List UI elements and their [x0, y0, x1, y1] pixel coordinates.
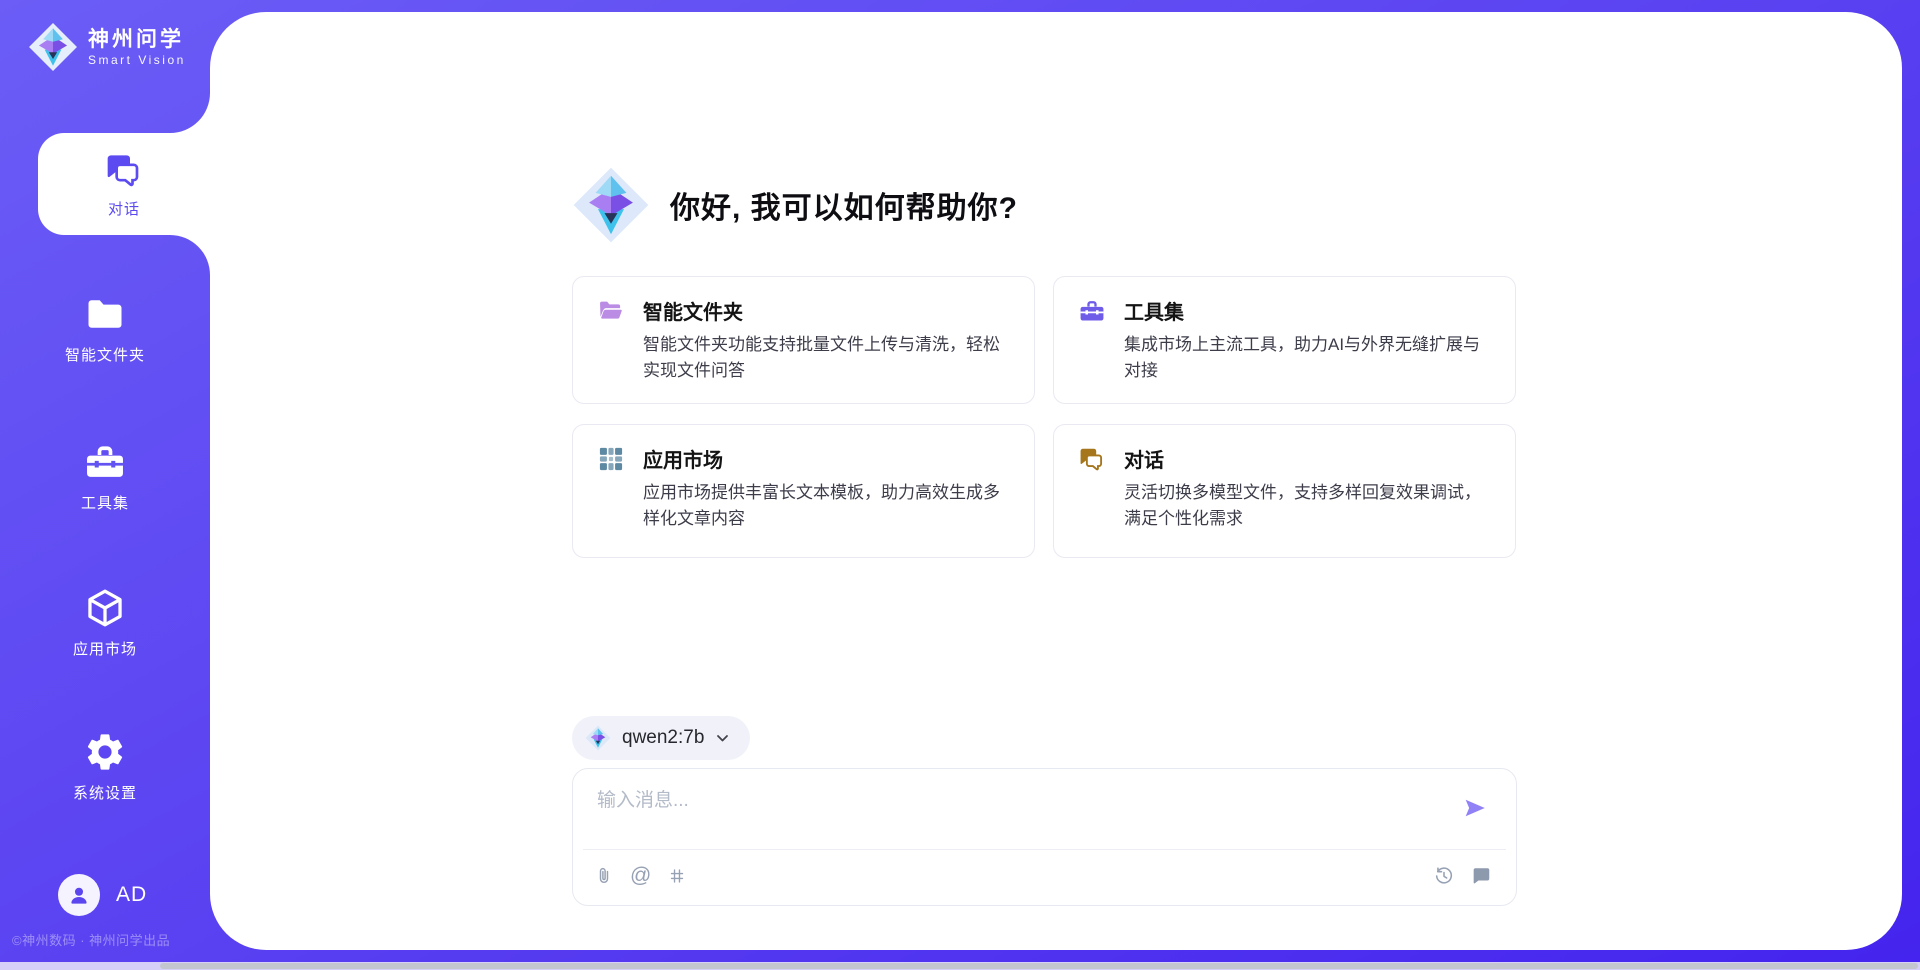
card-title: 对话 [1124, 444, 1164, 473]
card-title: 工具集 [1124, 296, 1184, 325]
card-chat[interactable]: 对话 灵活切换多模型文件，支持多样回复效果调试，满足个性化需求 [1053, 424, 1516, 558]
greeting-title: 你好, 我可以如何帮助你? [670, 183, 1018, 227]
mention-button[interactable]: @ [630, 865, 651, 887]
card-toolset[interactable]: 工具集 集成市场上主流工具，助力AI与外界无缝扩展与对接 [1053, 276, 1516, 404]
tab-curve-top [170, 93, 210, 133]
chat-bubbles-icon [104, 150, 144, 190]
sidebar-item-settings[interactable]: 系统设置 [0, 730, 210, 808]
toolbox-icon [83, 440, 127, 484]
selected-model-label: qwen2:7b [622, 727, 704, 749]
app-grid-icon [597, 445, 625, 473]
sidebar-item-chat[interactable]: 对话 [38, 133, 210, 235]
user-initials: AD [116, 883, 147, 907]
model-diamond-icon [585, 725, 611, 751]
feature-cards: 智能文件夹 智能文件夹功能支持批量文件上传与清洗，轻松实现文件问答 工具集 集成… [572, 276, 1516, 558]
attach-file-button[interactable] [593, 865, 615, 887]
gear-icon [83, 730, 127, 774]
history-button[interactable] [1433, 865, 1455, 887]
brand-subtitle: Smart Vision [88, 53, 186, 67]
brand-name: 神州问学 [88, 27, 186, 53]
hash-icon [666, 865, 688, 887]
avatar [58, 874, 100, 916]
conversation-button[interactable] [1470, 865, 1492, 887]
at-sign-icon: @ [630, 865, 651, 887]
composer-toolbar: @ [593, 859, 1492, 893]
model-selector[interactable]: qwen2:7b [572, 716, 750, 760]
sidebar-item-label: 应用市场 [73, 638, 137, 659]
chat-bubble-filled-icon [1470, 865, 1492, 887]
card-title: 应用市场 [643, 444, 723, 473]
paperclip-icon [593, 865, 615, 887]
message-composer: @ [572, 768, 1517, 906]
card-description: 智能文件夹功能支持批量文件上传与清洗，轻松实现文件问答 [597, 332, 1010, 384]
sidebar-item-smart-folders[interactable]: 智能文件夹 [0, 292, 210, 370]
card-app-market[interactable]: 应用市场 应用市场提供丰富长文本模板，助力高效生成多样化文章内容 [572, 424, 1035, 558]
sidebar-item-app-market[interactable]: 应用市场 [0, 586, 210, 664]
composer-divider [583, 849, 1506, 850]
card-title: 智能文件夹 [643, 296, 743, 325]
message-input[interactable] [597, 787, 1446, 843]
sidebar-item-toolset[interactable]: 工具集 [0, 440, 210, 518]
chat-bubbles-icon [1078, 445, 1106, 473]
card-description: 灵活切换多模型文件，支持多样回复效果调试，满足个性化需求 [1078, 480, 1491, 532]
sidebar-item-label: 智能文件夹 [65, 344, 145, 365]
hashtag-button[interactable] [666, 865, 688, 887]
folder-open-icon [597, 297, 625, 325]
sidebar-item-label: 对话 [108, 198, 140, 219]
footer-credit: ©神州数码 · 神州问学出品 [12, 930, 212, 949]
chevron-down-icon [715, 731, 730, 746]
send-button[interactable] [1462, 795, 1488, 821]
user-account[interactable]: AD [58, 874, 147, 916]
tab-curve-bottom [170, 235, 210, 275]
folder-icon [83, 292, 127, 336]
welcome-header: 你好, 我可以如何帮助你? [572, 166, 1018, 244]
assistant-diamond-icon [572, 166, 650, 244]
app-logo: 神州问学 Smart Vision [28, 22, 186, 72]
toolbox-icon [1078, 297, 1106, 325]
sidebar-item-label: 工具集 [81, 492, 129, 513]
card-description: 集成市场上主流工具，助力AI与外界无缝扩展与对接 [1078, 332, 1491, 384]
cube-icon [83, 586, 127, 630]
history-clock-icon [1433, 865, 1455, 887]
card-description: 应用市场提供丰富长文本模板，助力高效生成多样化文章内容 [597, 480, 1010, 532]
card-smart-folders[interactable]: 智能文件夹 智能文件夹功能支持批量文件上传与清洗，轻松实现文件问答 [572, 276, 1035, 404]
horizontal-scrollbar [0, 962, 1920, 970]
brand-diamond-icon [28, 22, 78, 72]
horizontal-scrollbar-thumb[interactable] [160, 963, 1918, 969]
sidebar-item-label: 系统设置 [73, 782, 137, 803]
